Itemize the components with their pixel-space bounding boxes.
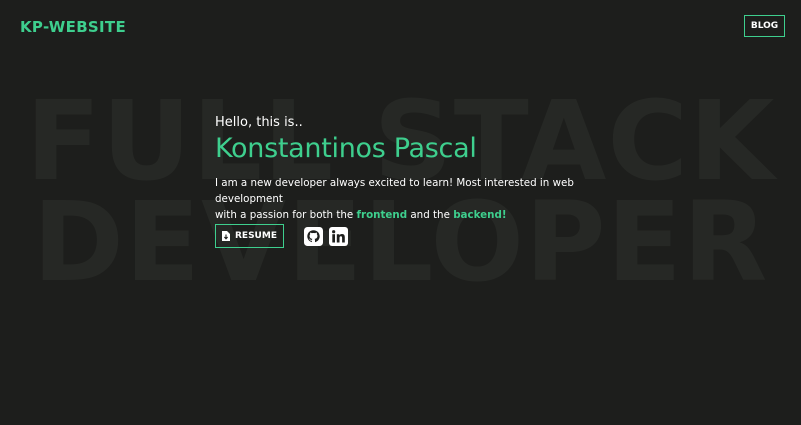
linkedin-icon bbox=[329, 226, 348, 246]
hero-actions: RESUME bbox=[215, 224, 348, 248]
page: FULL STACK DEVELOPER KP-WEBSITE BLOG Hel… bbox=[0, 0, 801, 425]
github-link[interactable] bbox=[304, 226, 323, 246]
github-icon bbox=[304, 226, 323, 246]
resume-button[interactable]: RESUME bbox=[215, 224, 284, 248]
resume-button-label: RESUME bbox=[235, 231, 277, 241]
hero-description-part-2: and the bbox=[407, 209, 454, 221]
hero-name: Konstantinos Pascal bbox=[215, 133, 477, 164]
hero-description: I am a new developer always excited to l… bbox=[215, 175, 595, 223]
backend-highlight: backend! bbox=[453, 209, 507, 221]
blog-button[interactable]: BLOG bbox=[744, 15, 785, 37]
social-links bbox=[304, 226, 348, 246]
hero-description-line-1: I am a new developer always excited to l… bbox=[215, 177, 574, 205]
frontend-highlight: frontend bbox=[356, 209, 408, 221]
linkedin-link[interactable] bbox=[329, 226, 348, 246]
file-download-icon bbox=[222, 231, 230, 241]
hero-greeting: Hello, this is.. bbox=[215, 115, 303, 130]
hero-section: Hello, this is.. Konstantinos Pascal I a… bbox=[215, 114, 635, 223]
site-logo[interactable]: KP-WEBSITE bbox=[20, 18, 126, 36]
hero-description-part-1: with a passion for both the bbox=[215, 209, 357, 221]
